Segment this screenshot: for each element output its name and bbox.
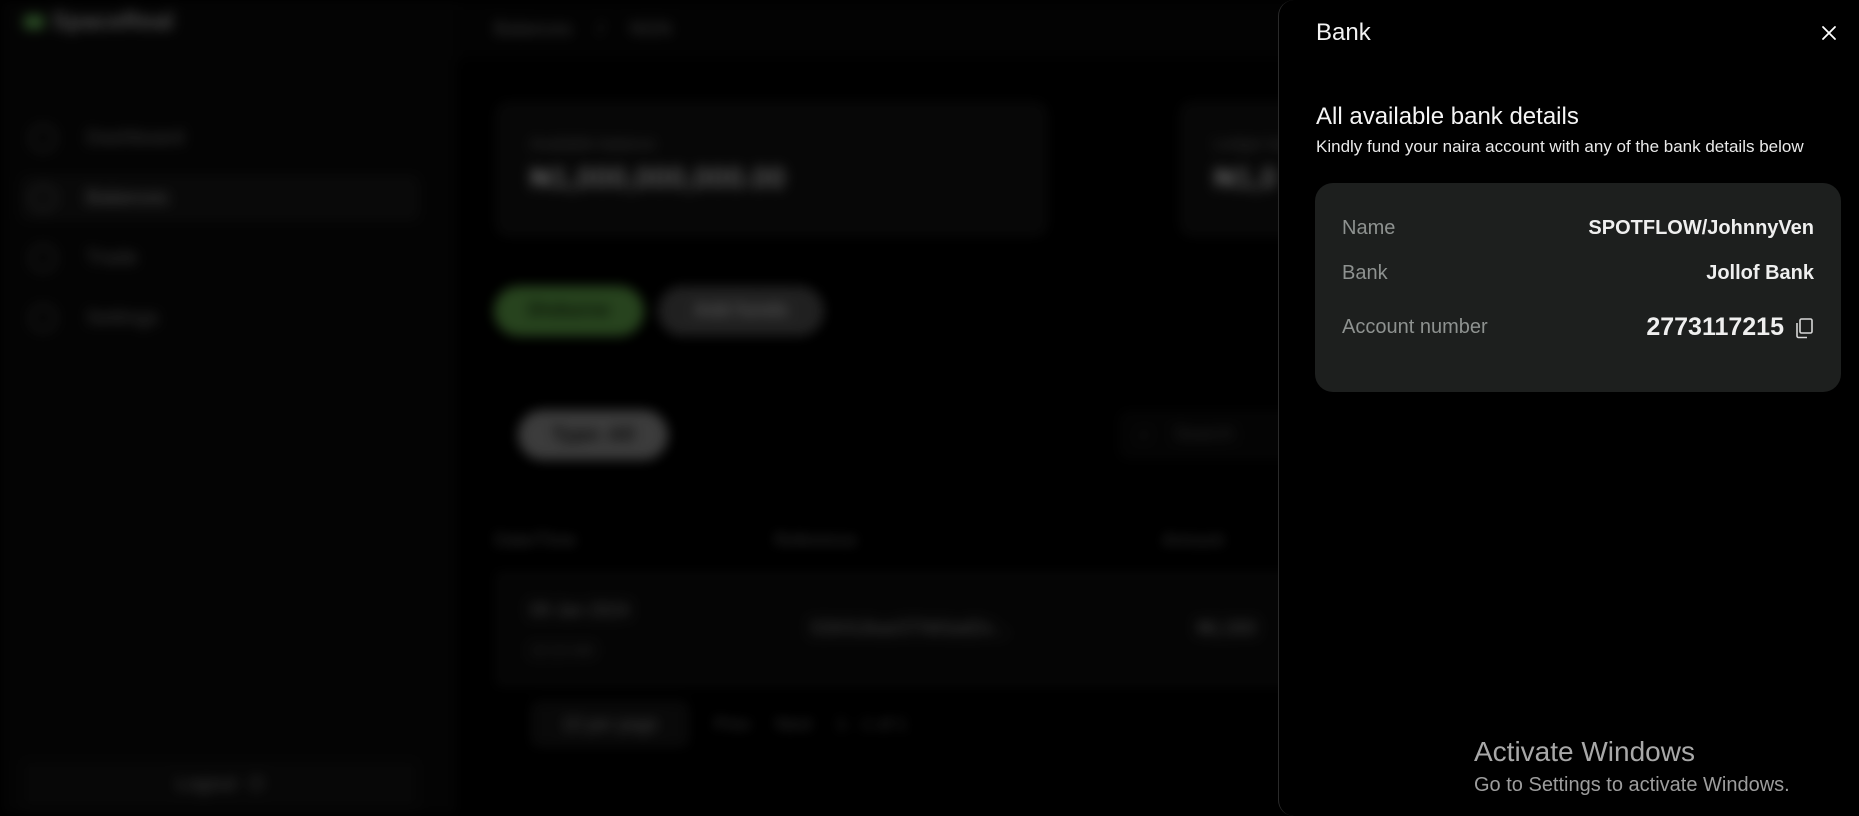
name-label: Name xyxy=(1342,217,1396,239)
windows-activation-watermark: Activate Windows Go to Settings to activ… xyxy=(1474,736,1790,797)
close-button[interactable] xyxy=(1815,19,1843,47)
bank-details-subheading: Kindly fund your naira account with any … xyxy=(1316,137,1804,156)
bank-drawer: Bank All available bank details Kindly f… xyxy=(1278,0,1859,816)
bank-label: Bank xyxy=(1342,262,1388,284)
bank-value: Jollof Bank xyxy=(1706,262,1814,284)
bank-detail-row-account: Account number 2773117215 xyxy=(1342,313,1814,342)
bank-detail-row-name: Name SPOTFLOW/JohnnyVen xyxy=(1342,217,1814,240)
account-number-group: 2773117215 xyxy=(1646,313,1814,342)
account-number-label: Account number xyxy=(1342,316,1488,338)
watermark-title: Activate Windows xyxy=(1474,736,1695,767)
drawer-title: Bank xyxy=(1316,19,1371,46)
name-value: SPOTFLOW/JohnnyVen xyxy=(1588,217,1814,239)
close-icon xyxy=(1822,26,1836,40)
bank-details-heading: All available bank details xyxy=(1316,103,1579,130)
copy-icon[interactable] xyxy=(1794,317,1814,339)
account-number-value: 2773117215 xyxy=(1646,313,1784,341)
bank-details-card: Name SPOTFLOW/JohnnyVen Bank Jollof Bank… xyxy=(1315,183,1841,392)
bank-detail-row-bank: Bank Jollof Bank xyxy=(1342,262,1814,285)
watermark-subtitle: Go to Settings to activate Windows. xyxy=(1474,774,1790,796)
